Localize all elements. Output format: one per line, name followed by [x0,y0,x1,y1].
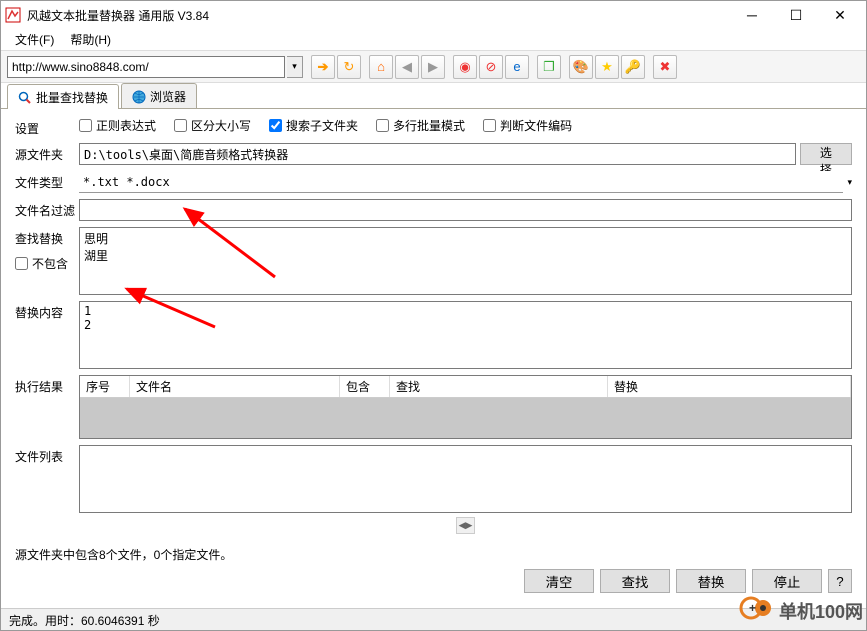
url-dropdown-button[interactable]: ▾ [287,56,303,78]
replace-text-input[interactable]: 1 2 [79,301,852,369]
tab-label: 浏览器 [150,88,186,105]
favorite-button[interactable]: ★ [595,55,619,79]
stop-button[interactable]: 停止 [752,569,822,593]
content-area: 设置 正则表达式 区分大小写 搜索子文件夹 多行批量模式 判断文件编码 源文件夹… [1,109,866,608]
filename-filter-input[interactable] [79,199,852,221]
label-file-list: 文件列表 [15,445,79,465]
home-button[interactable]: ⌂ [369,55,393,79]
menu-file[interactable]: 文件(F) [7,29,62,50]
window-title: 风越文本批量替换器 通用版 V3.84 [27,7,730,24]
col-find[interactable]: 查找 [390,376,608,397]
titlebar: 风越文本批量替换器 通用版 V3.84 ─ ☐ ✕ [1,1,866,29]
file-list[interactable] [79,445,852,513]
back-button[interactable]: ◀ [395,55,419,79]
tab-label: 批量查找替换 [36,89,108,106]
go-button[interactable]: ➔ [311,55,335,79]
label-exec-result: 执行结果 [15,375,79,395]
horizontal-scrollbar[interactable]: ◀▶ [456,517,476,534]
ie-button[interactable]: e [505,55,529,79]
delete-toolbar-button[interactable]: ✖ [653,55,677,79]
palette-button[interactable]: 🎨 [569,55,593,79]
checkbox-case[interactable]: 区分大小写 [174,117,251,134]
find-button[interactable]: 查找 [600,569,670,593]
toolbar: ▾ ➔ ↻ ⌂ ◀ ▶ ◉ ⊘ e ❐ 🎨 ★ 🔑 ✖ [1,51,866,83]
refresh-button[interactable]: ↻ [337,55,361,79]
find-text-input[interactable]: 思明 湖里 [79,227,852,295]
search-icon [18,91,32,105]
statusbar: 完成。用时：60.6046391 秒 [1,608,866,630]
summary-text: 源文件夹中包含8个文件，0个指定文件。 [15,540,852,565]
app-icon [5,7,21,23]
form: 设置 正则表达式 区分大小写 搜索子文件夹 多行批量模式 判断文件编码 源文件夹… [15,117,852,604]
close-button[interactable]: ✕ [818,1,862,29]
copy-button[interactable]: ❐ [537,55,561,79]
label-settings: 设置 [15,117,79,137]
select-folder-button[interactable]: 选择 [800,143,852,165]
action-buttons: 清空 查找 替换 停止 ? [15,565,852,599]
label-replace-content: 替换内容 [15,301,79,321]
clear-button[interactable]: 清空 [524,569,594,593]
replace-button[interactable]: 替换 [676,569,746,593]
globe-icon [132,90,146,104]
minimize-button[interactable]: ─ [730,1,774,29]
menu-help[interactable]: 帮助(H) [62,29,119,50]
label-file-type: 文件类型 [15,171,79,191]
maximize-button[interactable]: ☐ [774,1,818,29]
status-text: 完成。用时：60.6046391 秒 [9,614,160,628]
url-input[interactable] [7,56,285,78]
col-contains[interactable]: 包含 [340,376,390,397]
col-filename[interactable]: 文件名 [130,376,340,397]
col-index[interactable]: 序号 [80,376,130,397]
label-find-replace: 查找替换 [15,230,79,247]
result-table: 序号 文件名 包含 查找 替换 [79,375,852,439]
checkbox-exclude[interactable]: 不包含 [15,255,79,272]
record-button[interactable]: ◉ [453,55,477,79]
label-filename-filter: 文件名过滤 [15,199,79,219]
label-source-folder: 源文件夹 [15,143,79,163]
tab-browser[interactable]: 浏览器 [121,83,197,108]
tab-batch-replace[interactable]: 批量查找替换 [7,84,119,109]
table-header: 序号 文件名 包含 查找 替换 [80,376,851,398]
svg-text:+: + [749,601,756,615]
app-window: 风越文本批量替换器 通用版 V3.84 ─ ☐ ✕ 文件(F) 帮助(H) ▾ … [0,0,867,631]
watermark-text: 单机100网 [779,598,863,624]
checkbox-multiline[interactable]: 多行批量模式 [376,117,465,134]
key-button[interactable]: 🔑 [621,55,645,79]
file-type-input[interactable] [79,171,843,193]
col-replace[interactable]: 替换 [608,376,851,397]
watermark-logo-icon: + [739,594,775,627]
checkbox-subfolder[interactable]: 搜索子文件夹 [269,117,358,134]
checkbox-regex[interactable]: 正则表达式 [79,117,156,134]
help-button[interactable]: ? [828,569,852,593]
stop-icon-button[interactable]: ⊘ [479,55,503,79]
dropdown-indicator-icon[interactable]: ▾ [847,177,852,188]
forward-button[interactable]: ▶ [421,55,445,79]
source-folder-input[interactable] [79,143,796,165]
watermark: + 单机100网 [739,594,863,627]
menubar: 文件(F) 帮助(H) [1,29,866,51]
tab-bar: 批量查找替换 浏览器 [1,83,866,109]
checkbox-encoding[interactable]: 判断文件编码 [483,117,572,134]
window-controls: ─ ☐ ✕ [730,1,862,29]
table-body [80,398,851,438]
